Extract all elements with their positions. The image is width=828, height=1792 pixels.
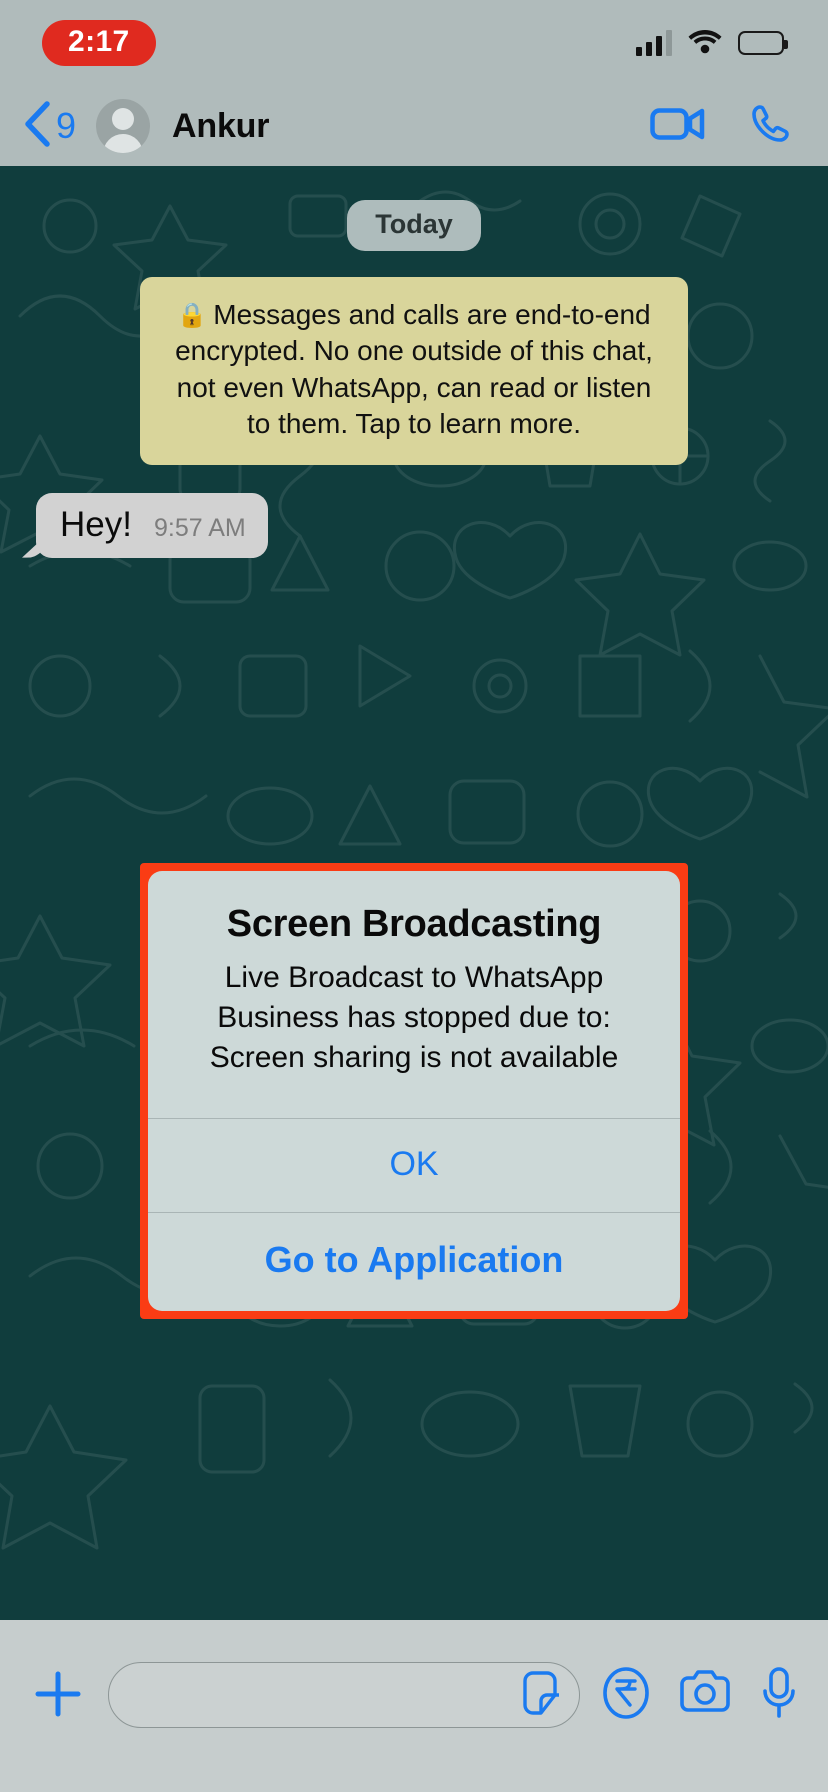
unread-count: 9: [56, 105, 77, 146]
camera-icon[interactable]: [678, 1670, 732, 1721]
chat-area: Today 🔒 Messages and calls are end-to-end…: [0, 166, 828, 1620]
status-bar: 2:17: [0, 0, 828, 86]
day-divider: Today: [347, 200, 481, 251]
chat-header: 9 Ankur: [0, 86, 828, 166]
message-text: Hey!: [60, 504, 132, 544]
page-title[interactable]: Ankur: [172, 107, 269, 146]
message-input[interactable]: [135, 1663, 509, 1727]
encryption-notice-text: Messages and calls are end-to-end encryp…: [175, 299, 653, 440]
message-timestamp: 9:57 AM: [153, 513, 246, 542]
alert-highlight-box: Screen Broadcasting Live Broadcast to Wh…: [140, 863, 688, 1319]
lock-icon: 🔒: [177, 302, 208, 329]
incoming-message-bubble[interactable]: Hey! 9:57 AM: [36, 492, 268, 558]
header-actions: [650, 102, 792, 151]
cellular-signal-icon: [636, 30, 672, 56]
alert-message: Live Broadcast to WhatsApp Business has …: [209, 961, 619, 1074]
alert-body: Screen Broadcasting Live Broadcast to Wh…: [148, 871, 680, 1118]
phone-screen: 2:17 9 Ankur Today 🔒 Messages and calls …: [0, 0, 828, 1792]
wifi-icon: [688, 28, 722, 59]
chevron-left-icon: [22, 100, 50, 152]
rupee-payment-icon[interactable]: [602, 1666, 650, 1725]
back-button[interactable]: 9: [22, 100, 77, 152]
recording-indicator[interactable]: 2:17: [42, 20, 156, 66]
encryption-notice[interactable]: 🔒 Messages and calls are end-to-end encry…: [140, 277, 688, 465]
input-actions: [602, 1662, 798, 1725]
sticker-icon[interactable]: [519, 1670, 561, 1720]
microphone-icon[interactable]: [760, 1666, 798, 1725]
alert-title: Screen Broadcasting: [226, 903, 602, 945]
status-icons: [636, 28, 788, 59]
screen-broadcasting-alert: Screen Broadcasting Live Broadcast to Wh…: [148, 871, 680, 1311]
avatar[interactable]: [96, 99, 151, 153]
message-input-bar: [0, 1620, 828, 1792]
video-camera-icon[interactable]: [650, 104, 706, 149]
message-row: Hey! 9:57 AM: [36, 492, 800, 558]
message-input-field[interactable]: [108, 1662, 580, 1728]
battery-icon: [738, 31, 788, 55]
phone-icon[interactable]: [748, 102, 792, 151]
plus-icon[interactable]: [30, 1662, 86, 1727]
ok-button[interactable]: OK: [148, 1117, 680, 1212]
go-to-application-button[interactable]: Go to Application: [148, 1211, 680, 1311]
